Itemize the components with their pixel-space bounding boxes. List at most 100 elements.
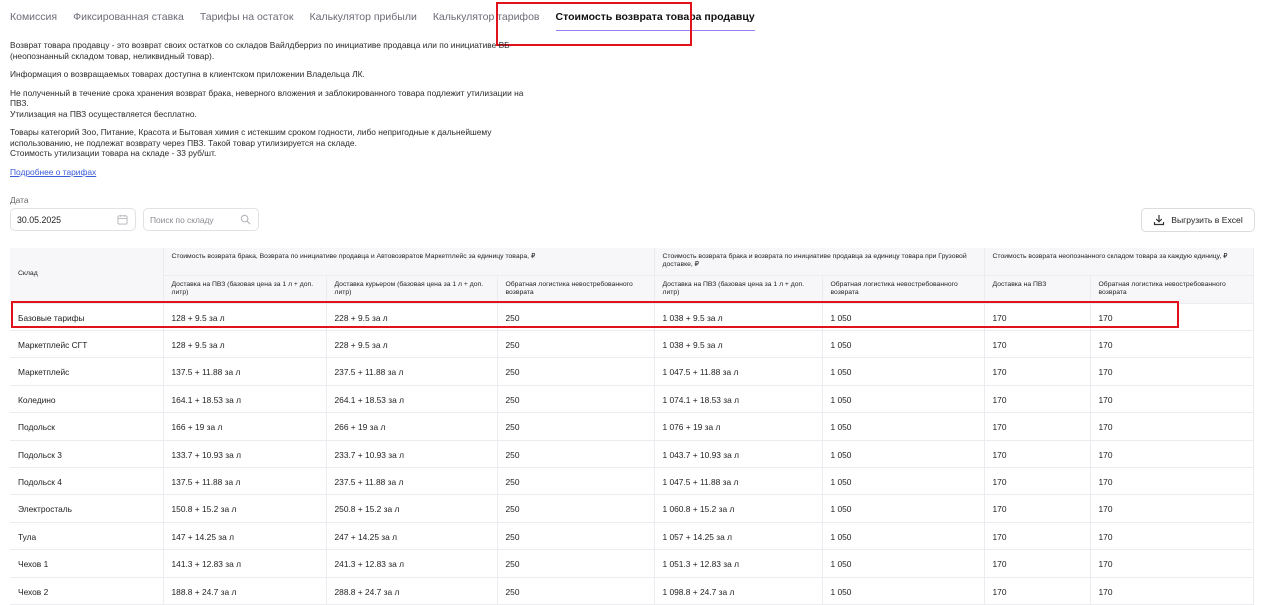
column-header: Доставка на ПВЗ (базовая цена за 1 л + д… <box>163 275 327 304</box>
tariff-cell: 250 <box>497 467 655 496</box>
tariff-cell: 170 <box>984 330 1091 359</box>
tariff-cell: 170 <box>1090 357 1254 386</box>
tab-3[interactable]: Калькулятор прибыли <box>309 7 416 27</box>
warehouse-name-cell: Базовые тарифы <box>10 303 164 332</box>
warehouse-name-cell: Тула <box>10 522 164 551</box>
column-header: Доставка на ПВЗ <box>984 275 1091 304</box>
tariff-cell: 137.5 + 11.88 за л <box>163 357 327 386</box>
tab-0[interactable]: Комиссия <box>10 7 57 27</box>
tab-1[interactable]: Фиксированная ставка <box>73 7 184 27</box>
tariff-cell: 137.5 + 11.88 за л <box>163 467 327 496</box>
tariff-cell: 233.7 + 10.93 за л <box>326 440 498 468</box>
tariff-cell: 1 050 <box>822 467 985 496</box>
tariff-cell: 250 <box>497 577 655 605</box>
tariff-cell: 170 <box>984 412 1091 441</box>
tariff-cell: 237.5 + 11.88 за л <box>326 357 498 386</box>
tab-4[interactable]: Калькулятор тарифов <box>433 7 540 27</box>
tariff-cell: 250 <box>497 494 655 523</box>
tariff-cell: 241.3 + 12.83 за л <box>326 549 498 578</box>
description-text: Товары категорий Зоо, Питание, Красота и… <box>10 127 492 148</box>
tariff-cell: 170 <box>1090 385 1254 414</box>
tariff-cell: 128 + 9.5 за л <box>163 330 327 359</box>
tariff-cell: 1 050 <box>822 494 985 523</box>
tariff-cell: 1 050 <box>822 385 985 414</box>
tab-5[interactable]: Стоимость возврата товара продавцу <box>555 7 755 31</box>
tariff-cell: 237.5 + 11.88 за л <box>326 467 498 496</box>
table-row: Коледино 164.1 + 18.53 за л 264.1 + 18.53 … <box>10 385 1254 414</box>
tariff-cell: 1 074.1 + 18.53 за л <box>654 385 823 414</box>
column-header: Доставка курьером (базовая цена за 1 л +… <box>326 275 498 304</box>
tariff-cell: 150.8 + 15.2 за л <box>163 494 327 523</box>
tariff-cell: 1 076 + 19 за л <box>654 412 823 441</box>
tariff-cell: 264.1 + 18.53 за л <box>326 385 498 414</box>
table-row: Чехов 2 188.8 + 24.7 за л 288.8 + 24.7 за … <box>10 577 1254 605</box>
tariff-cell: 170 <box>984 494 1091 523</box>
tariff-cell: 250 <box>497 440 655 468</box>
tariff-cell: 1 050 <box>822 303 985 332</box>
tariff-cell: 1 050 <box>822 549 985 578</box>
tariff-cell: 170 <box>1090 303 1254 332</box>
tariff-cell: 170 <box>1090 577 1254 605</box>
tariff-cell: 250 <box>497 303 655 332</box>
description-paragraph: Не полученный в течение срока хранения в… <box>10 88 530 120</box>
table-row: Маркетплейс СГТ 128 + 9.5 за л 228 + 9.5 з… <box>10 330 1254 359</box>
more-about-tariffs-link[interactable]: Подробнее о тарифах <box>10 167 96 177</box>
column-group-header: Стоимость возврата неопознанного складом… <box>984 248 1254 276</box>
tariff-cell: 170 <box>1090 330 1254 359</box>
tariff-cell: 170 <box>1090 549 1254 578</box>
table-row: Тула 147 + 14.25 за л 247 + 14.25 за л 250 1… <box>10 522 1254 551</box>
tariff-cell: 250 <box>497 357 655 386</box>
tariff-cell: 1 047.5 + 11.88 за л <box>654 467 823 496</box>
tariff-cell: 250 <box>497 412 655 441</box>
description-text: Не полученный в течение срока хранения в… <box>10 87 524 109</box>
warehouse-name-cell: Чехов 1 <box>10 549 164 578</box>
tariff-cell: 1 098.8 + 24.7 за л <box>654 577 823 605</box>
tariff-cell: 1 038 + 9.5 за л <box>654 303 823 332</box>
warehouse-name-cell: Подольск <box>10 412 164 441</box>
tariff-cell: 250.8 + 15.2 за л <box>326 494 498 523</box>
table-row: Подольск 3 133.7 + 10.93 за л 233.7 + 10.9… <box>10 440 1254 468</box>
tariff-cell: 166 + 19 за л <box>163 412 327 441</box>
tariff-cell: 247 + 14.25 за л <box>326 522 498 551</box>
tariff-cell: 1 050 <box>822 412 985 441</box>
tariff-cell: 1 050 <box>822 330 985 359</box>
column-header: Обратная логистика невостребованного воз… <box>822 275 985 304</box>
warehouse-search[interactable] <box>143 208 259 231</box>
tariff-cell: 1 050 <box>822 522 985 551</box>
search-input[interactable] <box>144 209 232 230</box>
download-icon <box>1154 215 1165 226</box>
tariff-cell: 128 + 9.5 за л <box>163 303 327 332</box>
date-picker[interactable]: 30.05.2025 <box>10 208 136 231</box>
tariff-cell: 170 <box>984 440 1091 468</box>
tariff-cell: 250 <box>497 385 655 414</box>
column-group-header: Стоимость возврата брака и возврата по и… <box>654 248 985 276</box>
warehouse-name-cell: Коледино <box>10 385 164 414</box>
description-paragraph: Товары категорий Зоо, Питание, Красота и… <box>10 127 530 159</box>
tariff-cell: 170 <box>984 549 1091 578</box>
column-group-header: Стоимость возврата брака, Возврата по ин… <box>163 248 655 276</box>
tariff-cell: 170 <box>1090 522 1254 551</box>
table-row: Чехов 1 141.3 + 12.83 за л 241.3 + 12.83 з… <box>10 549 1254 578</box>
tariff-cell: 1 050 <box>822 440 985 468</box>
warehouse-name-cell: Подольск 4 <box>10 467 164 496</box>
warehouse-name-cell: Маркетплейс СГТ <box>10 330 164 359</box>
tariff-cell: 170 <box>1090 467 1254 496</box>
table-row: Базовые тарифы 128 + 9.5 за л 228 + 9.5 за… <box>10 303 1254 332</box>
column-header: Обратная логистика невостребованного воз… <box>1090 275 1254 304</box>
warehouse-name-cell: Подольск 3 <box>10 440 164 468</box>
warehouse-name-cell: Электросталь <box>10 494 164 523</box>
export-excel-button[interactable]: Выгрузить в Excel <box>1141 208 1255 232</box>
tariff-cell: 250 <box>497 522 655 551</box>
table-row: Электросталь 150.8 + 15.2 за л 250.8 + 15.… <box>10 494 1254 523</box>
tariff-cell: 170 <box>984 357 1091 386</box>
tariff-cell: 1 043.7 + 10.93 за л <box>654 440 823 468</box>
tab-2[interactable]: Тарифы на остаток <box>200 7 294 27</box>
table-row: Подольск 4 137.5 + 11.88 за л 237.5 + 11.8… <box>10 467 1254 496</box>
return-tariffs-table: Склад Стоимость возврата брака, Возврата… <box>10 248 1254 605</box>
tariff-cell: 288.8 + 24.7 за л <box>326 577 498 605</box>
tariff-cell: 170 <box>984 577 1091 605</box>
tariff-cell: 228 + 9.5 за л <box>326 303 498 332</box>
column-header: Доставка на ПВЗ (базовая цена за 1 л + д… <box>654 275 823 304</box>
tariff-cell: 1 060.8 + 15.2 за л <box>654 494 823 523</box>
tariff-cell: 170 <box>1090 494 1254 523</box>
